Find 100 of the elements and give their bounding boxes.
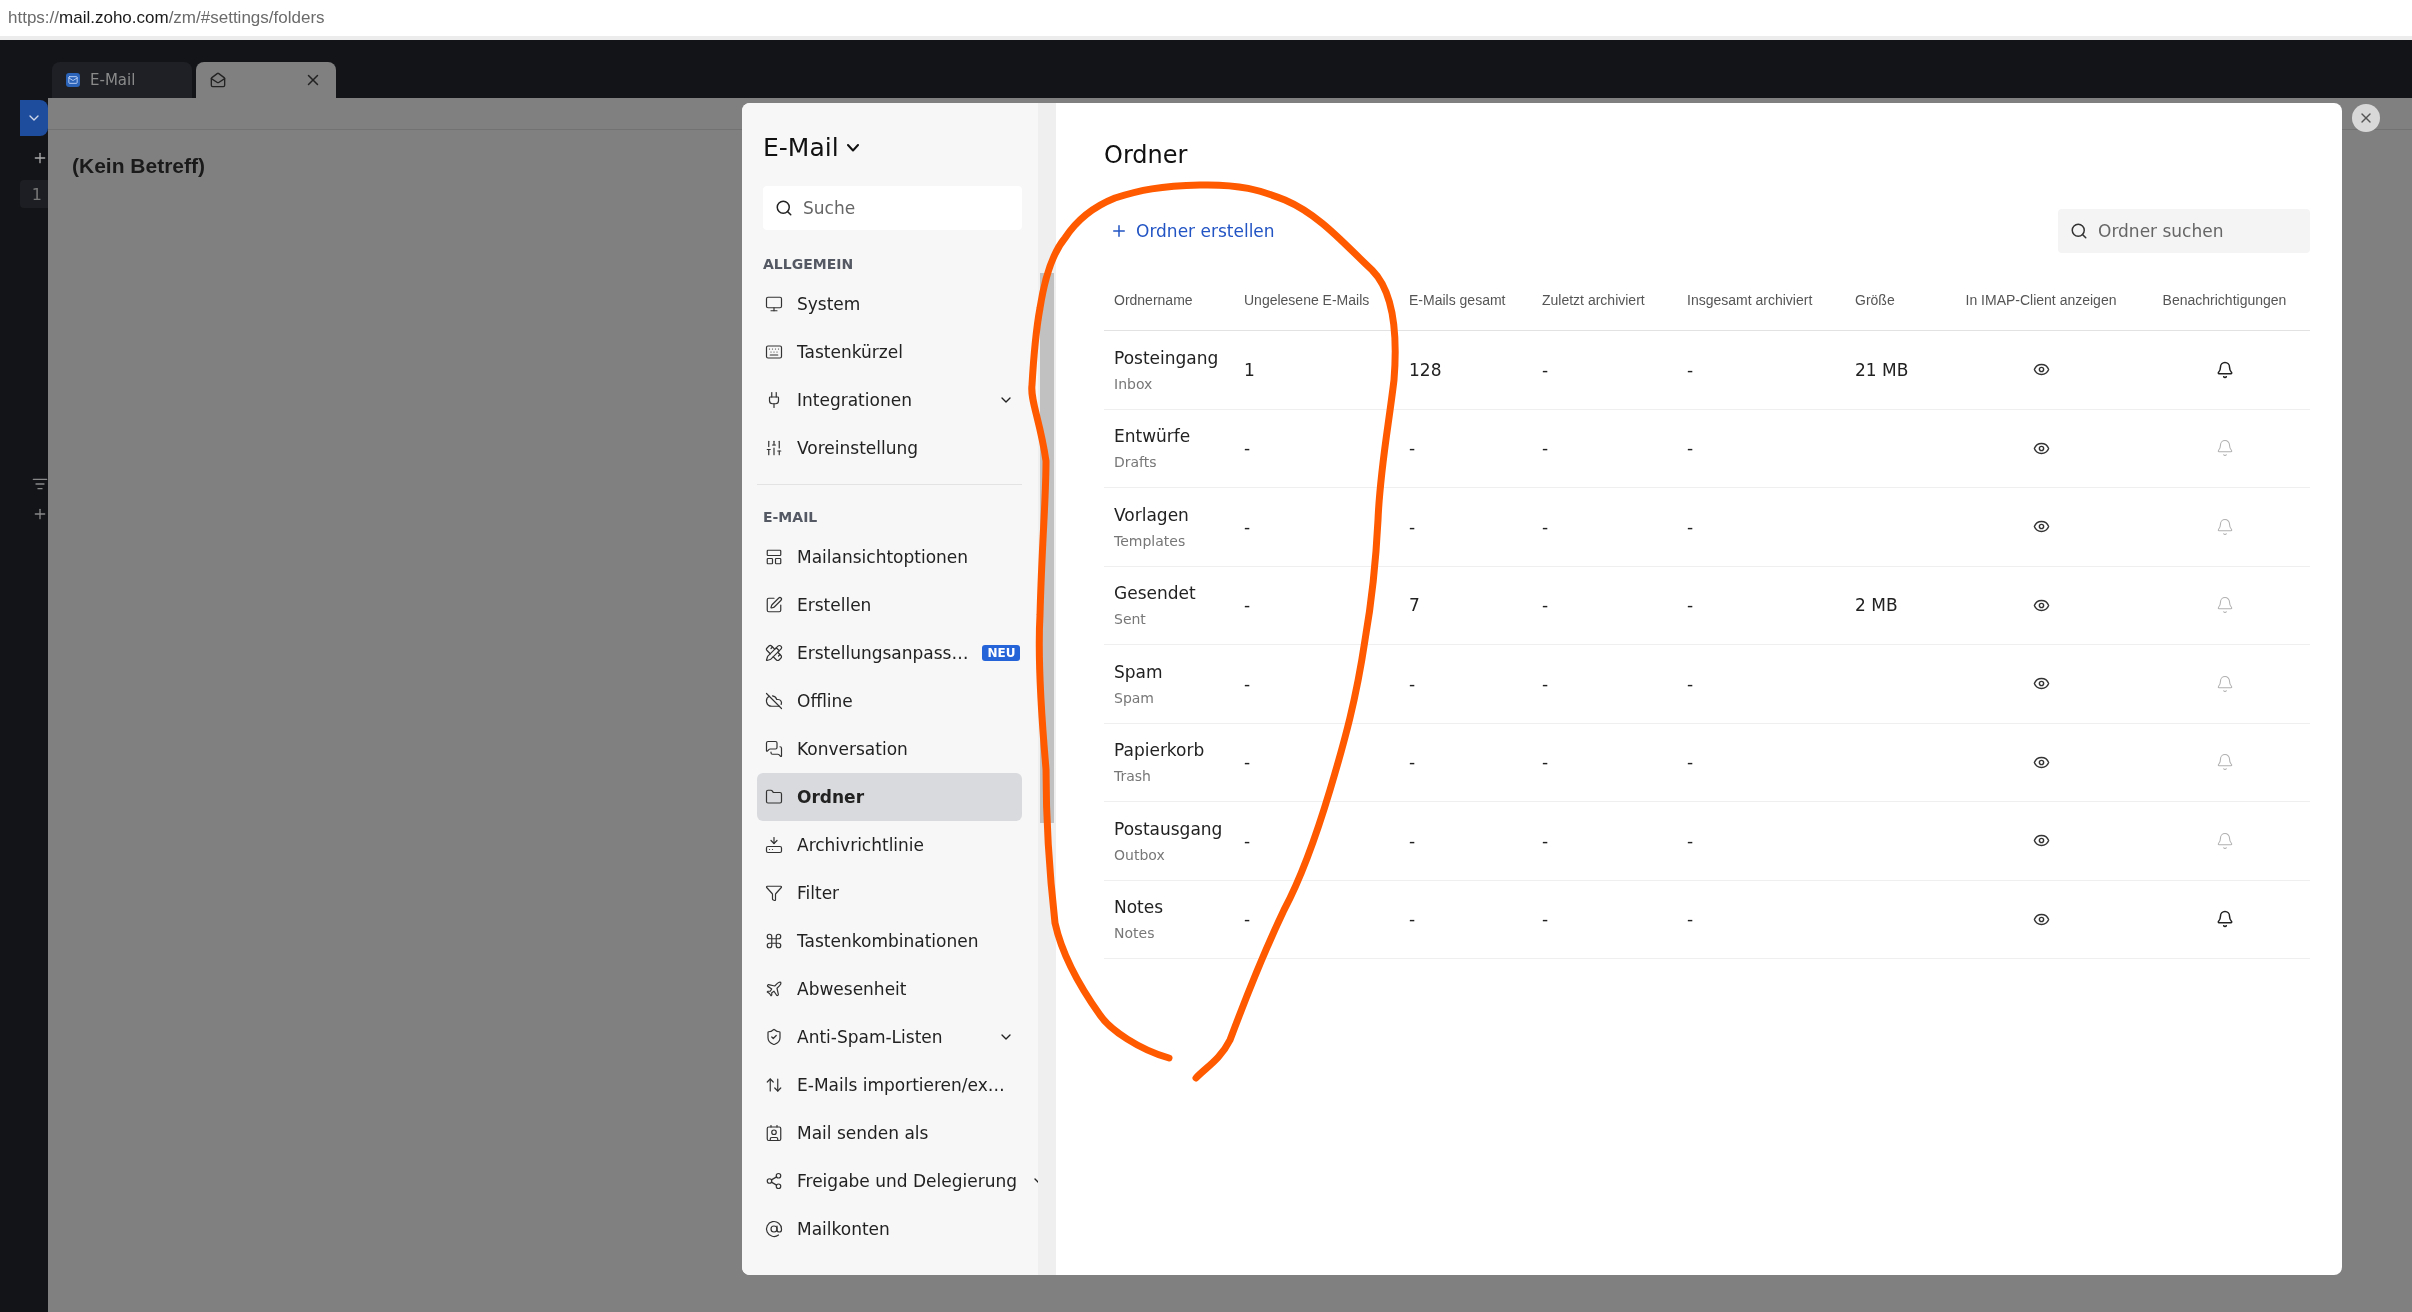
unread-count: - — [1244, 595, 1251, 616]
total-archived: - — [1687, 752, 1694, 773]
pen-square-icon — [765, 596, 783, 614]
search-icon — [2070, 222, 2088, 240]
chat-bubbles-icon — [765, 740, 783, 758]
airplane-icon — [765, 980, 783, 998]
sidebar-item[interactable]: Ordner — [757, 773, 1022, 821]
total-count: 7 — [1409, 595, 1420, 616]
unread-count: - — [1244, 438, 1251, 459]
mail-app-icon — [66, 73, 80, 87]
total-count: - — [1409, 438, 1416, 459]
arrows-up-down-icon — [765, 1076, 783, 1094]
last-archived: - — [1542, 438, 1549, 459]
total-archived: - — [1687, 516, 1694, 537]
bell-icon[interactable] — [2215, 910, 2234, 929]
sidebar-item[interactable]: Mailkonten — [757, 1205, 1022, 1253]
total-archived: - — [1687, 909, 1694, 930]
sidebar-item[interactable]: Konversation — [757, 725, 1022, 773]
page-title: Ordner — [1104, 141, 1189, 169]
folder-name: Postausgang — [1114, 818, 1224, 839]
browser-tab[interactable]: E-Mail — [52, 62, 192, 98]
command-key-icon — [765, 932, 783, 950]
search-icon — [775, 199, 793, 217]
section-heading: ALLGEMEIN — [762, 255, 855, 274]
cloud-off-icon — [765, 692, 783, 710]
total-count: - — [1409, 830, 1416, 851]
sidebar-item[interactable]: Erstellen — [757, 581, 1022, 629]
sidebar-item[interactable]: Erstellungsanpass… NEU — [757, 629, 1022, 677]
folder-name: Spam — [1114, 661, 1164, 682]
folder-name: Entwürfe — [1114, 426, 1192, 447]
tray-download-icon — [765, 836, 783, 854]
folder-name: Papierkorb — [1114, 740, 1206, 761]
search-field[interactable]: Suche — [763, 186, 1022, 230]
folder-subtitle: Templates — [1114, 532, 1187, 549]
shield-check-icon — [765, 1028, 783, 1046]
bell-icon[interactable] — [2215, 360, 2234, 379]
sidebar-item[interactable]: Mailansichtoptionen — [757, 533, 1022, 581]
column-header: Benachrichtigungen — [2161, 291, 2288, 308]
folder-subtitle: Drafts — [1114, 454, 1158, 471]
total-count: 128 — [1409, 359, 1442, 380]
total-count: - — [1409, 516, 1416, 537]
sidebar-item[interactable]: Filter — [757, 869, 1022, 917]
unread-count: - — [1244, 830, 1251, 851]
column-header: Ungelesene E-Mails — [1244, 291, 1371, 308]
add-icon[interactable] — [32, 150, 48, 166]
sidebar-item[interactable]: Abwesenheit — [757, 965, 1022, 1013]
unread-count: - — [1244, 673, 1251, 694]
unread-count: - — [1244, 516, 1251, 537]
share-icon — [765, 1172, 783, 1190]
dropdown-button[interactable] — [20, 100, 48, 136]
folder-name: Notes — [1114, 897, 1165, 918]
folder-name: Gesendet — [1114, 583, 1197, 604]
at-sign-icon — [765, 1220, 783, 1238]
url-text[interactable]: https://mail.zoho.com/zm/#settings/folders — [8, 8, 325, 28]
folder-subtitle: Notes — [1114, 925, 1156, 942]
last-archived: - — [1542, 752, 1549, 773]
total-archived: - — [1687, 830, 1694, 851]
total-count: - — [1409, 673, 1416, 694]
folder-size: 2 MB — [1855, 595, 1898, 616]
keyboard-icon — [765, 343, 783, 361]
sidebar-item[interactable]: Offline — [757, 677, 1022, 725]
total-archived: - — [1687, 438, 1694, 459]
last-archived: - — [1542, 359, 1549, 380]
create-folder-link[interactable]: Ordner erstellen — [1110, 221, 1275, 241]
sidebar-item[interactable]: Integrationen — [757, 376, 1022, 424]
total-archived: - — [1687, 673, 1694, 694]
browser-tab[interactable] — [196, 62, 336, 98]
column-header: Ordnername — [1114, 291, 1194, 308]
total-archived: - — [1687, 595, 1694, 616]
last-archived: - — [1542, 673, 1549, 694]
folder-subtitle: Trash — [1114, 768, 1152, 785]
sidebar-item[interactable]: E-Mails importieren/ex… — [757, 1061, 1022, 1109]
folder-search-field[interactable]: Ordner suchen — [2058, 209, 2310, 253]
new-badge: NEU — [982, 645, 1021, 661]
filter-settings-icon[interactable] — [32, 476, 48, 492]
sidebar-item[interactable]: System — [757, 280, 1022, 328]
folder-name: Vorlagen — [1114, 504, 1190, 525]
sidebar-item[interactable]: Voreinstellung — [757, 424, 1022, 472]
folder-name: Posteingang — [1114, 347, 1220, 368]
sidebar-item[interactable]: Tastenkombinationen — [757, 917, 1022, 965]
folder-icon — [765, 788, 783, 806]
pencil-ruler-icon — [765, 644, 783, 662]
last-archived: - — [1542, 516, 1549, 537]
add-icon[interactable] — [32, 506, 48, 522]
layout-icon — [765, 548, 783, 566]
column-header: Insgesamt archiviert — [1687, 291, 1814, 308]
sidebar-item[interactable]: Freigabe und Delegierung — [757, 1157, 1022, 1205]
sliders-icon — [765, 439, 783, 457]
column-header: E-Mails gesamt — [1409, 291, 1507, 308]
section-heading: E-MAIL — [762, 508, 819, 527]
unread-count: 1 — [1244, 359, 1255, 380]
sidebar-item[interactable]: Anti-Spam-Listen — [757, 1013, 1022, 1061]
sidebar-item[interactable]: Archivrichtlinie — [757, 821, 1022, 869]
last-archived: - — [1542, 830, 1549, 851]
last-archived: - — [1542, 595, 1549, 616]
sidebar-item[interactable]: Tastenkürzel — [757, 328, 1022, 376]
sidebar-item[interactable]: Mail senden als — [757, 1109, 1022, 1157]
app-switcher[interactable]: E-Mail — [757, 133, 859, 162]
count-badge: 1 — [20, 180, 48, 208]
envelope-icon — [210, 72, 226, 88]
